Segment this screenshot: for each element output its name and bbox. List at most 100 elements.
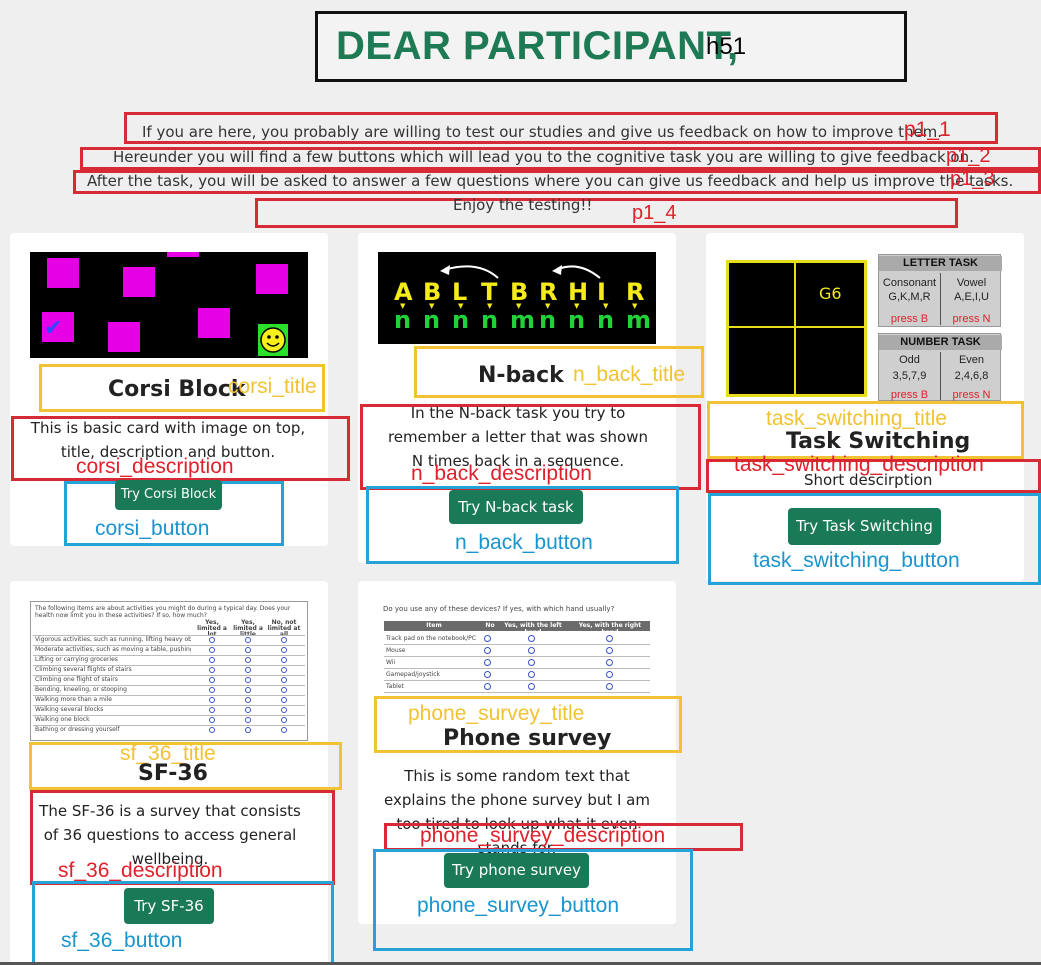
radio-icon	[209, 637, 215, 643]
phone-row-label: Gamepad/joystick	[386, 671, 440, 678]
radio-icon	[281, 707, 287, 713]
radio-icon	[281, 667, 287, 673]
phone-row-divider	[384, 692, 650, 693]
nback-title: N-back	[478, 363, 564, 388]
radio-icon	[209, 697, 215, 703]
radio-icon	[606, 647, 613, 654]
nback-description-tag: n_back_description	[411, 462, 592, 485]
radio-icon	[281, 697, 287, 703]
radio-icon	[281, 647, 287, 653]
radio-icon	[245, 647, 251, 653]
radio-icon	[528, 659, 535, 666]
sf36-row-label: Lifting or carrying groceries	[35, 656, 118, 663]
phone-description-tag: phone_survey_description	[420, 824, 666, 847]
sf36-row-label: Climbing one flight of stairs	[35, 676, 118, 683]
phone-column-header: Item	[426, 622, 442, 629]
radio-icon	[245, 667, 251, 673]
task-switching-button-tag: task_switching_button	[753, 549, 960, 572]
radio-icon	[245, 637, 251, 643]
try-task-switching-button[interactable]: Try Task Switching	[788, 508, 941, 545]
task-switching-title: Task Switching	[786, 429, 971, 454]
corsi-square	[123, 267, 155, 297]
sf36-row-label: Vigorous activities, such as running, li…	[35, 636, 191, 643]
radio-icon	[281, 677, 287, 683]
phone-row-divider	[384, 656, 650, 657]
nback-response: n	[423, 306, 441, 334]
intro-paragraph-3: After the task, you will be asked to ans…	[87, 172, 1014, 190]
nback-button-tag: n_back_button	[455, 531, 593, 554]
sf36-title: SF-36	[138, 761, 208, 786]
intro-paragraph-2-tag: p1_2	[946, 145, 991, 167]
phone-column-header: Yes, with the left hand	[504, 622, 562, 636]
radio-icon	[245, 677, 251, 683]
task-switching-stimulus: G6	[819, 284, 842, 303]
radio-icon	[209, 727, 215, 733]
number-task-left-press: press B	[890, 389, 929, 401]
nback-response: m	[510, 306, 536, 334]
sf36-description-tag: sf_36_description	[58, 859, 223, 882]
radio-icon	[245, 657, 251, 663]
checkmark-icon: ✔	[44, 316, 63, 341]
radio-icon	[484, 635, 491, 642]
radio-icon	[281, 687, 287, 693]
nback-image: A ▼ B ▼ L ▼ T ▼ B ▼ R ▼ H ▼ I ▼ R ▼ n n n n m n n n m	[378, 252, 656, 344]
letter-task-right-press: press N	[952, 313, 991, 325]
radio-icon	[209, 687, 215, 693]
intro-paragraph-2: Hereunder you will find a few buttons wh…	[113, 148, 974, 166]
radio-icon	[209, 717, 215, 723]
try-nback-button[interactable]: Try N-back task	[449, 490, 583, 524]
phone-row-label: Track pad on the notebook/PC	[386, 635, 476, 642]
radio-icon	[528, 635, 535, 642]
corsi-title: Corsi Block	[108, 377, 246, 402]
radio-icon	[209, 707, 215, 713]
radio-icon	[484, 659, 491, 666]
try-phone-survey-button[interactable]: Try phone survey	[444, 853, 589, 888]
letter-task-panel: LETTER TASK Consonant G,K,M,R press B Vo…	[878, 254, 1002, 327]
radio-icon	[245, 707, 251, 713]
intro-paragraph-3-tag: p1_3	[950, 168, 995, 190]
corsi-description-tag: corsi_description	[76, 455, 234, 478]
radio-icon	[484, 671, 491, 678]
phone-column-header: No	[485, 622, 495, 629]
sf36-image: The following items are about activities…	[30, 601, 308, 741]
smiley-icon	[260, 327, 286, 353]
phone-row-label: Mouse	[386, 647, 406, 654]
phone-row-divider	[384, 668, 650, 669]
number-task-right-press: press N	[952, 389, 991, 401]
phone-title: Phone survey	[443, 726, 612, 751]
try-sf36-button[interactable]: Try SF-36	[124, 888, 214, 924]
radio-icon	[528, 647, 535, 654]
phone-row-divider	[384, 680, 650, 681]
try-corsi-button[interactable]: Try Corsi Block	[115, 480, 222, 510]
radio-icon	[606, 671, 613, 678]
sf36-row-label: Moderate activities, such as moving a ta…	[35, 646, 191, 653]
task-switching-title-tag: task_switching_title	[766, 407, 947, 430]
nback-response: n	[394, 306, 412, 334]
corsi-square	[167, 252, 199, 257]
task-switching-grid: G6	[726, 260, 867, 397]
radio-icon	[528, 671, 535, 678]
sf36-row-label: Walking one block	[35, 716, 90, 723]
radio-icon	[484, 683, 491, 690]
intro-paragraph-4-tag: p1_4	[632, 202, 677, 224]
intro-paragraph-4: Enjoy the testing!!	[453, 196, 593, 214]
letter-task-title: LETTER TASK	[879, 256, 1002, 271]
radio-icon	[281, 717, 287, 723]
nback-response: n	[568, 306, 586, 334]
number-task-left-head: Odd	[899, 354, 920, 366]
radio-icon	[245, 687, 251, 693]
letter-task-right-head: Vowel	[956, 277, 987, 289]
sf36-row-label: Bathing or dressing yourself	[35, 726, 120, 733]
intro-paragraph-1: If you are here, you probably are willin…	[142, 123, 943, 141]
radio-icon	[606, 635, 613, 642]
phone-row-label: Wii	[386, 659, 396, 666]
radio-icon	[606, 683, 613, 690]
phone-image: Do you use any of these devices? If yes,…	[378, 601, 656, 697]
radio-icon	[209, 647, 215, 653]
grid-divider	[794, 263, 796, 394]
radio-icon	[484, 647, 491, 654]
task-switching-image: G6 LETTER TASK Consonant G,K,M,R press B…	[726, 252, 1002, 401]
corsi-square	[108, 322, 140, 352]
phone-image-question: Do you use any of these devices? If yes,…	[383, 605, 615, 613]
radio-icon	[245, 727, 251, 733]
